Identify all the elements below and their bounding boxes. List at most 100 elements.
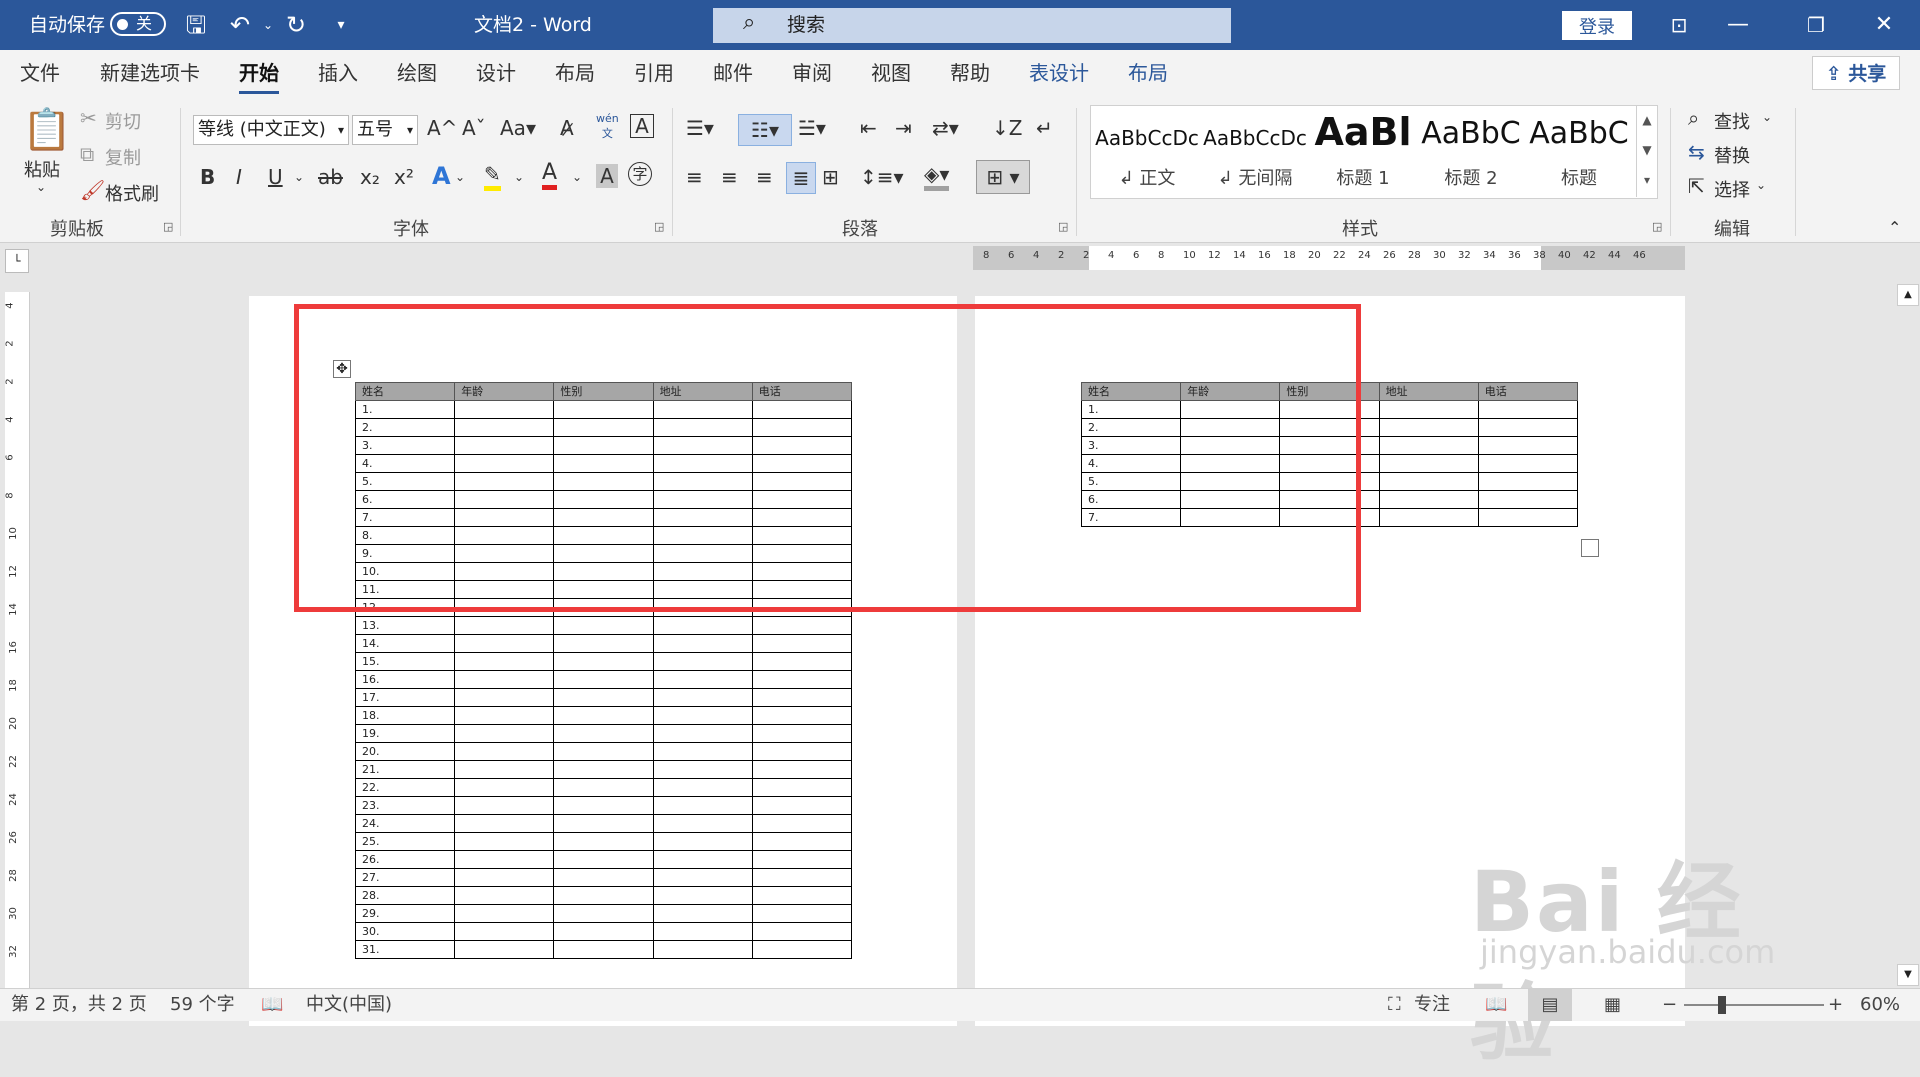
language-indicator[interactable]: 中文(中国) [306, 989, 392, 1021]
table-cell[interactable] [553, 850, 654, 869]
table-cell[interactable] [1378, 508, 1479, 527]
table-cell[interactable]: 21. [354, 760, 456, 779]
table-cell[interactable] [751, 706, 853, 725]
table-cell[interactable] [751, 940, 853, 959]
table-cell[interactable] [751, 904, 853, 923]
share-button[interactable]: ⇪ 共享 [1812, 56, 1900, 90]
style-no-spacing[interactable]: AaBbCcDc ↲ 无间隔 [1201, 106, 1309, 196]
table-cell[interactable] [652, 706, 753, 725]
save-icon[interactable]: 🖫 [180, 9, 212, 41]
shading-icon[interactable]: ◈▾ [924, 162, 950, 191]
table-cell[interactable] [1378, 400, 1479, 419]
table-cell[interactable] [454, 886, 555, 905]
clipboard-launcher-icon[interactable]: ◲ [163, 220, 173, 233]
table-cell[interactable] [553, 724, 654, 743]
table-cell[interactable] [652, 868, 753, 887]
tab-view[interactable]: 视图 [871, 50, 911, 96]
table-cell[interactable]: 14. [354, 634, 456, 653]
customize-toolbar-icon[interactable]: ▾ [325, 9, 357, 41]
zoom-out-icon[interactable]: − [1662, 989, 1677, 1021]
underline-dropdown-icon[interactable]: ⌄ [294, 170, 304, 184]
tab-file[interactable]: 文件 [20, 50, 60, 96]
table-cell[interactable] [652, 760, 753, 779]
tab-insert[interactable]: 插入 [318, 50, 358, 96]
table-cell[interactable] [553, 940, 654, 959]
sort-icon[interactable]: ↓Z [992, 116, 1022, 140]
table-cell[interactable] [454, 670, 555, 689]
italic-icon[interactable]: I [236, 165, 242, 189]
table-cell[interactable] [454, 796, 555, 815]
ribbon-display-options-icon[interactable]: ⊡ [1663, 9, 1695, 41]
increase-indent-icon[interactable]: ⇥ [895, 116, 912, 140]
table-cell[interactable] [454, 742, 555, 761]
table-cell[interactable] [553, 688, 654, 707]
table-cell[interactable] [1378, 418, 1479, 437]
select-dropdown-icon[interactable]: ⌄ [1756, 178, 1766, 192]
table-cell[interactable] [553, 616, 654, 635]
tab-mailings[interactable]: 邮件 [713, 50, 753, 96]
page-count[interactable]: 第 2 页，共 2 页 [11, 989, 147, 1021]
table-cell[interactable] [454, 850, 555, 869]
table-cell[interactable] [652, 886, 753, 905]
table-cell[interactable] [1477, 400, 1579, 419]
table-cell[interactable] [553, 922, 654, 941]
table-cell[interactable] [652, 652, 753, 671]
table-cell[interactable]: 25. [354, 832, 456, 851]
focus-icon[interactable]: ⛶ [1388, 989, 1401, 1021]
web-layout-icon[interactable]: ▦ [1604, 989, 1621, 1021]
chevron-down-icon[interactable]: ▼ [1637, 135, 1657, 165]
zoom-slider-thumb[interactable] [1718, 996, 1726, 1014]
find-button[interactable]: 查找 [1714, 108, 1750, 134]
bold-icon[interactable]: B [200, 165, 215, 189]
table-cell[interactable] [1477, 454, 1579, 473]
word-count[interactable]: 59 个字 [170, 989, 235, 1021]
tab-design[interactable]: 设计 [476, 50, 516, 96]
table-cell[interactable] [751, 778, 853, 797]
clear-formatting-icon[interactable]: A̷ [560, 116, 574, 140]
superscript-icon[interactable]: x² [394, 165, 414, 189]
font-launcher-icon[interactable]: ◲ [654, 220, 664, 233]
table-cell[interactable] [1477, 472, 1579, 491]
cut-button[interactable]: 剪切 [105, 108, 141, 134]
copy-button[interactable]: 复制 [105, 144, 141, 170]
table-cell[interactable]: 20. [354, 742, 456, 761]
zoom-in-icon[interactable]: + [1828, 989, 1843, 1021]
table-cell[interactable]: 30. [354, 922, 456, 941]
table-cell[interactable] [652, 940, 753, 959]
phonetic-guide-icon[interactable]: wén 文 [596, 112, 619, 141]
table-cell[interactable] [1378, 472, 1479, 491]
table-cell[interactable] [553, 706, 654, 725]
highlight-icon[interactable]: ✎ [484, 162, 501, 191]
font-color-icon[interactable]: A [542, 160, 558, 190]
table-cell[interactable]: 27. [354, 868, 456, 887]
table-cell[interactable]: 26. [354, 850, 456, 869]
table-cell[interactable] [751, 814, 853, 833]
table-cell[interactable] [652, 904, 753, 923]
collapse-ribbon-icon[interactable]: ⌃ [1888, 218, 1901, 237]
table-cell[interactable] [751, 742, 853, 761]
table-cell[interactable] [1477, 490, 1579, 509]
login-button[interactable]: 登录 [1562, 11, 1632, 40]
font-color-dropdown-icon[interactable]: ⌄ [572, 170, 582, 184]
paste-icon[interactable]: 📋 [22, 106, 72, 153]
distributed-icon[interactable]: ⊞ [822, 165, 839, 189]
close-icon[interactable]: ✕ [1868, 9, 1900, 41]
table-cell[interactable] [454, 814, 555, 833]
tab-table-layout[interactable]: 布局 [1128, 50, 1168, 96]
style-normal[interactable]: AaBbCcDc ↲ 正文 [1093, 106, 1201, 196]
table-cell[interactable] [652, 778, 753, 797]
bullets-icon[interactable]: ☰▾ [686, 116, 714, 140]
table-cell[interactable] [652, 832, 753, 851]
tab-layout[interactable]: 布局 [555, 50, 595, 96]
table-cell[interactable] [553, 778, 654, 797]
grow-font-icon[interactable]: A^ [427, 116, 457, 140]
redo-icon[interactable]: ↻ [280, 9, 312, 41]
table-cell[interactable]: 15. [354, 652, 456, 671]
table-cell[interactable] [454, 724, 555, 743]
table-cell[interactable] [751, 760, 853, 779]
borders-icon[interactable]: ⊞ ▾ [976, 160, 1030, 194]
justify-icon[interactable]: ≣ [786, 162, 816, 194]
multilevel-list-icon[interactable]: ☱▾ [798, 116, 826, 140]
font-size-combo[interactable]: 五号 ▾ [352, 115, 418, 145]
read-mode-icon[interactable]: 📖 [1485, 989, 1507, 1021]
